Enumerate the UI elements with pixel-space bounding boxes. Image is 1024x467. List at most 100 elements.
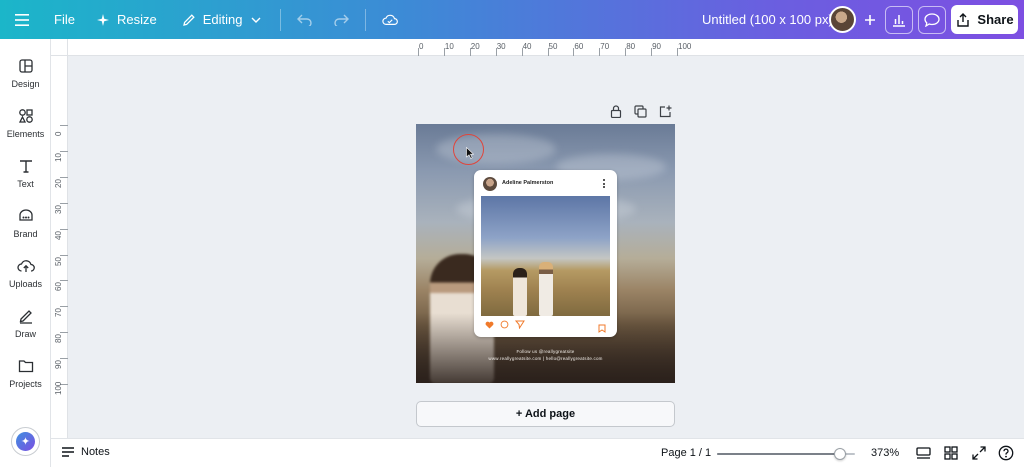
ruler-label: 10 bbox=[54, 152, 63, 162]
resize-label: Resize bbox=[116, 12, 157, 27]
bottom-bar: Notes Page 1 / 1 373% bbox=[51, 438, 1024, 467]
fullscreen-button[interactable] bbox=[971, 445, 987, 461]
ruler-label: 60 bbox=[54, 282, 63, 292]
ruler-tick bbox=[60, 176, 68, 178]
ruler-label: 90 bbox=[652, 42, 661, 51]
ruler-tick bbox=[60, 125, 68, 126]
magic-sparkle-icon: ✦ bbox=[16, 432, 35, 451]
ruler-label: 40 bbox=[54, 230, 63, 240]
ruler-tick bbox=[60, 358, 68, 360]
grid-icon bbox=[944, 446, 958, 460]
vertical-ruler[interactable]: 0 10 20 30 40 50 60 70 80 90 100 bbox=[51, 56, 68, 438]
add-page-icon-button[interactable] bbox=[657, 103, 674, 120]
bar-chart-icon bbox=[891, 12, 907, 28]
zoom-slider[interactable] bbox=[717, 448, 855, 460]
post-username: Adeline Palmerston bbox=[502, 180, 554, 186]
grid-view-button[interactable] bbox=[943, 445, 959, 461]
sidebar-item-uploads[interactable]: Uploads bbox=[0, 257, 51, 289]
toolbar-divider bbox=[280, 8, 282, 31]
ruler-label: 100 bbox=[54, 381, 63, 395]
sidebar-item-design[interactable]: Design bbox=[0, 57, 51, 89]
comments-button[interactable] bbox=[918, 6, 946, 34]
ruler-label: 30 bbox=[496, 42, 506, 51]
help-icon bbox=[998, 445, 1014, 461]
sidebar-item-text[interactable]: Text bbox=[0, 157, 51, 189]
ruler-label: 10 bbox=[444, 42, 454, 51]
more-options-icon bbox=[603, 179, 605, 188]
text-icon bbox=[17, 157, 35, 175]
add-page-icon bbox=[659, 105, 672, 118]
ruler-label: 100 bbox=[678, 42, 692, 51]
social-post-card[interactable]: Adeline Palmerston bbox=[474, 170, 617, 337]
notes-icon bbox=[62, 447, 74, 457]
heart-icon bbox=[485, 321, 494, 329]
notes-label: Notes bbox=[81, 446, 110, 458]
ruler-label: 70 bbox=[54, 308, 63, 318]
undo-icon bbox=[297, 12, 313, 28]
pages-view-button[interactable] bbox=[915, 445, 931, 461]
menu-button[interactable] bbox=[0, 0, 40, 39]
sidebar-item-draw[interactable]: Draw bbox=[0, 307, 51, 339]
ruler-label: 40 bbox=[522, 42, 532, 51]
resize-button[interactable]: Resize bbox=[85, 0, 167, 39]
notes-button[interactable]: Notes bbox=[61, 446, 110, 458]
duplicate-icon bbox=[634, 105, 647, 118]
zoom-level[interactable]: 373% bbox=[871, 447, 899, 459]
couple-woman-figure bbox=[513, 268, 527, 316]
sidebar-item-label: Uploads bbox=[8, 279, 43, 289]
ruler-label: 60 bbox=[574, 42, 584, 51]
sidebar-item-brand[interactable]: Brand bbox=[0, 207, 51, 239]
cloud-save-button[interactable] bbox=[372, 0, 408, 39]
invite-button[interactable] bbox=[856, 6, 884, 34]
editing-mode-button[interactable]: Editing bbox=[171, 0, 275, 39]
sidebar-item-label: Design bbox=[11, 79, 40, 89]
sidebar-item-label: Projects bbox=[9, 379, 42, 389]
pencil-icon bbox=[181, 12, 197, 28]
share-label: Share bbox=[977, 12, 1014, 27]
page-toolbar bbox=[607, 103, 674, 120]
hamburger-icon bbox=[14, 12, 30, 28]
side-panel: Design Elements Text Brand Uploads Draw bbox=[0, 39, 51, 467]
ruler-tick bbox=[60, 202, 68, 204]
toolbar-divider bbox=[365, 8, 367, 31]
page-counter[interactable]: Page 1 / 1 bbox=[661, 447, 711, 459]
ruler-label: 90 bbox=[54, 360, 63, 370]
share-icon bbox=[955, 12, 971, 28]
ruler-label: 0 bbox=[54, 131, 63, 136]
duplicate-page-button[interactable] bbox=[632, 103, 649, 120]
sidebar-item-elements[interactable]: Elements bbox=[0, 107, 51, 139]
comment-bubble-icon bbox=[500, 320, 509, 329]
help-button[interactable] bbox=[998, 445, 1014, 461]
design-page[interactable]: Adeline Palmerston Follow us @reallygrea… bbox=[416, 124, 675, 383]
lock-page-button[interactable] bbox=[607, 103, 624, 120]
user-avatar[interactable] bbox=[829, 6, 856, 33]
expand-icon bbox=[972, 446, 986, 460]
couple-man-figure bbox=[539, 262, 553, 316]
chevron-down-icon bbox=[248, 12, 264, 28]
cloud-check-icon bbox=[382, 12, 399, 28]
horizontal-ruler[interactable]: 0 10 20 30 40 50 60 70 80 90 100 bbox=[68, 39, 1024, 56]
insights-button[interactable] bbox=[885, 6, 913, 34]
redo-button[interactable] bbox=[323, 0, 359, 39]
undo-button[interactable] bbox=[287, 0, 323, 39]
folder-icon bbox=[17, 357, 35, 375]
document-title[interactable]: Untitled (100 x 100 px) bbox=[702, 12, 833, 27]
bookmark-icon bbox=[598, 320, 606, 338]
sidebar-item-projects[interactable]: Projects bbox=[0, 357, 51, 389]
cloud-upload-icon bbox=[16, 257, 35, 275]
magic-assistant-button[interactable]: ✦ bbox=[11, 427, 40, 456]
pages-icon bbox=[915, 446, 931, 459]
post-photo bbox=[481, 196, 610, 316]
ruler-label: 20 bbox=[470, 42, 480, 51]
ruler-tick bbox=[60, 150, 68, 152]
ruler-label: 70 bbox=[600, 42, 610, 51]
sidebar-item-label: Elements bbox=[6, 129, 45, 139]
ruler-label: 80 bbox=[626, 42, 636, 51]
zoom-slider-fill bbox=[717, 453, 840, 455]
file-menu-button[interactable]: File bbox=[40, 0, 85, 39]
comment-icon bbox=[924, 12, 940, 28]
add-page-button[interactable]: + Add page bbox=[416, 401, 675, 427]
sidebar-item-label: Text bbox=[17, 179, 34, 189]
share-button[interactable]: Share bbox=[951, 5, 1018, 34]
zoom-slider-handle[interactable] bbox=[833, 448, 846, 460]
